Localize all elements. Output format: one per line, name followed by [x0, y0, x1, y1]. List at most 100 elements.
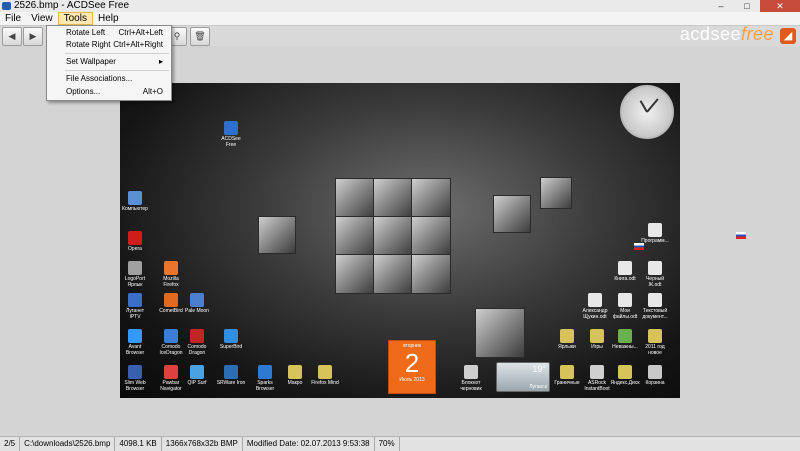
- desktop-icon: QIP Surf: [182, 365, 212, 386]
- desktop-icon-label: Александр Щукин.odt: [582, 308, 608, 320]
- menu-item-rotate-right[interactable]: Rotate Right Ctrl+Alt+Right: [47, 39, 171, 51]
- back-icon[interactable]: ◀: [2, 27, 22, 46]
- cube: [373, 254, 413, 294]
- desktop-icon: ASRock InstantBoot: [582, 365, 612, 392]
- desktop-icon-image: [648, 223, 662, 237]
- desktop-icon: Луганет IPTV: [120, 293, 150, 320]
- minimize-button[interactable]: –: [708, 0, 734, 12]
- delete-icon[interactable]: 🗑: [190, 27, 210, 46]
- desktop-icon: LogoPort Ярлык: [120, 261, 150, 288]
- desktop-icon-image: [560, 365, 574, 379]
- tools-menu: Rotate Left Ctrl+Alt+Left Rotate Right C…: [46, 25, 172, 101]
- desktop-icon: Компьютер: [120, 191, 150, 212]
- desktop-icon: Корзина: [640, 365, 670, 386]
- cube: [335, 216, 375, 256]
- desktop-icon-label: Opera: [128, 246, 142, 252]
- acdsee-logo: acdseefree: [680, 24, 774, 45]
- status-path: C:\downloads\2526.bmp: [20, 437, 116, 451]
- desktop-icon: Opera: [120, 231, 150, 252]
- cube: [411, 178, 451, 218]
- calendar-month-year: Июль 2013: [399, 377, 425, 383]
- status-modified-date: Modified Date: 02.07.2013 9:53:38: [243, 437, 375, 451]
- desktop-icon: Avant Browser: [120, 329, 150, 356]
- desktop-icon-image: [164, 261, 178, 275]
- status-size: 4098.1 KB: [115, 437, 162, 451]
- desktop-icon-image: [618, 293, 632, 307]
- weather-temp: 19°: [532, 364, 546, 374]
- desktop-icon-image: [164, 365, 178, 379]
- desktop-icon-image: [618, 261, 632, 275]
- desktop-icon-image: [190, 365, 204, 379]
- menu-item-set-wallpaper[interactable]: Set Wallpaper ▸: [47, 56, 171, 68]
- menu-item-shortcut: Alt+O: [142, 87, 163, 96]
- desktop-icon: Мои файлы.odt: [610, 293, 640, 320]
- desktop-icon-label: 2011 год новое: [645, 344, 665, 356]
- logo-brand: acdsee: [679, 24, 741, 44]
- menu-tools[interactable]: Tools: [57, 12, 93, 25]
- cube: [373, 216, 413, 256]
- desktop-icon-image: [288, 365, 302, 379]
- status-dimensions: 1366x768x32b BMP: [162, 437, 243, 451]
- window-title: 2526.bmp - ACDSee Free: [14, 0, 130, 11]
- cube: [475, 308, 525, 358]
- desktop-icon-label: Книга.odt: [614, 276, 636, 282]
- desktop-icon: Граничные: [552, 365, 582, 386]
- desktop-icon-image: [224, 329, 238, 343]
- desktop-icon-label: Slim Web Browser: [124, 380, 146, 392]
- menu-separator: [65, 53, 169, 54]
- desktop-icon: Mozilla Firefox: [156, 261, 186, 288]
- status-bar: 2/5 C:\downloads\2526.bmp 4098.1 KB 1366…: [0, 436, 800, 451]
- desktop-icon: Блокнот черновик: [456, 365, 486, 392]
- desktop-icon-image: [128, 261, 142, 275]
- desktop-icon: Текстовый документ...: [640, 293, 670, 320]
- desktop-icon-label: QIP Surf: [187, 380, 207, 386]
- desktop-icon: Книга.odt: [610, 261, 640, 282]
- desktop-icon-label: SRWare Iron: [216, 380, 246, 386]
- app-icon: [2, 2, 11, 10]
- menu-item-label: File Associations...: [66, 74, 133, 83]
- desktop-icon-image: [224, 121, 238, 135]
- acdsee-logo-icon: ◢: [780, 28, 796, 44]
- forward-icon[interactable]: ▶: [23, 27, 43, 46]
- desktop-icon-label: ASRock InstantBoot: [584, 380, 610, 392]
- desktop-icon-label: ACDSee Free: [221, 136, 241, 148]
- desktop-icon-label: Текстовый документ...: [642, 308, 668, 320]
- desktop-icon-label: Программ...: [641, 238, 669, 244]
- menu-item-file-associations[interactable]: File Associations...: [47, 73, 171, 85]
- desktop-icon: Программ...: [640, 223, 670, 244]
- desktop-icon-label: Корзина: [645, 380, 665, 386]
- desktop-icon-image: [224, 365, 238, 379]
- desktop-icon-label: LogoPort Ярлык: [124, 276, 146, 288]
- cube: [411, 254, 451, 294]
- close-button[interactable]: ✕: [760, 0, 800, 12]
- desktop-icon: SRWare Iron: [216, 365, 246, 386]
- cube: [373, 178, 413, 218]
- menu-item-label: Options...: [66, 87, 101, 96]
- desktop-icon-label: Луганет IPTV: [126, 308, 144, 320]
- desktop-icon-label: Игры: [591, 344, 603, 350]
- desktop-icon-label: Яндекс.Диск: [610, 380, 640, 386]
- desktop-icon-label: Firefox Mind: [311, 380, 339, 386]
- desktop-icon-image: [648, 261, 662, 275]
- desktop-icon: 2011 год новое: [640, 329, 670, 356]
- clock-hand: [639, 100, 648, 113]
- menu-help[interactable]: Help: [93, 12, 124, 25]
- weather-gadget: 19° Луганск: [496, 362, 550, 392]
- menu-separator: [65, 70, 169, 71]
- desktop-icon-image: [618, 329, 632, 343]
- menu-view[interactable]: View: [26, 12, 58, 25]
- desktop-icon: Яндекс.Диск: [610, 365, 640, 386]
- status-position: 2/5: [0, 437, 21, 451]
- desktop-icon-image: [318, 365, 332, 379]
- desktop-icon-label: Avant Browser: [125, 344, 145, 356]
- menu-item-shortcut: Ctrl+Alt+Left: [118, 28, 163, 37]
- menu-item-rotate-left[interactable]: Rotate Left Ctrl+Alt+Left: [47, 27, 171, 39]
- desktop-icon-image: [588, 293, 602, 307]
- desktop-icon-image: [164, 293, 178, 307]
- maximize-button[interactable]: □: [734, 0, 760, 12]
- menu-item-options[interactable]: Options... Alt+O: [47, 86, 171, 98]
- clock-hand: [646, 98, 659, 113]
- image-viewport[interactable]: вторник 2 Июль 2013 19° Луганск ACDSee F…: [120, 83, 680, 398]
- menu-file[interactable]: File: [0, 12, 26, 25]
- calendar-day: 2: [404, 348, 420, 378]
